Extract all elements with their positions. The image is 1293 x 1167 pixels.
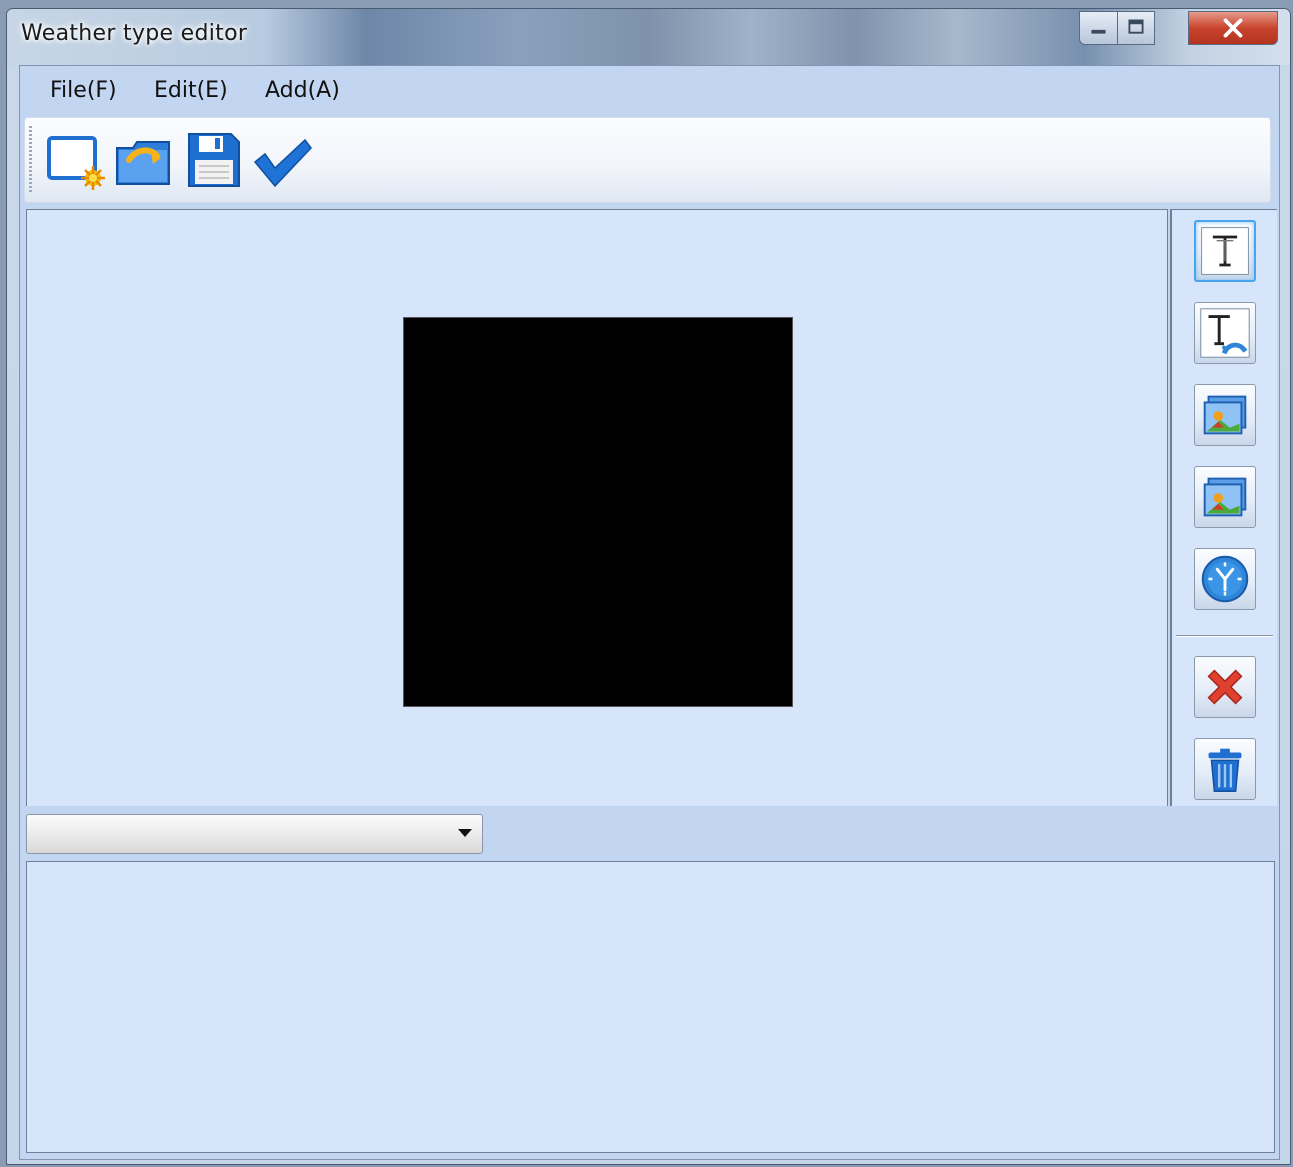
maximize-button[interactable] <box>1117 11 1155 45</box>
text-icon <box>1201 227 1249 275</box>
image-animation-icon <box>1203 477 1247 517</box>
menu-file[interactable]: File(F) <box>50 78 117 103</box>
open-button[interactable] <box>113 126 175 192</box>
minimize-button[interactable] <box>1079 11 1118 45</box>
toolbar-grip[interactable] <box>29 126 32 194</box>
side-toolbar <box>1170 209 1277 807</box>
image-icon <box>1203 395 1247 435</box>
add-dynamic-text-button[interactable] <box>1194 302 1256 364</box>
weather-preview-area[interactable] <box>403 317 793 707</box>
element-selector-bar <box>20 806 1279 858</box>
close-button[interactable] <box>1188 11 1278 45</box>
toolbar <box>24 117 1271 203</box>
chevron-down-icon <box>458 829 472 837</box>
new-icon <box>47 136 105 190</box>
apply-button[interactable] <box>251 126 313 192</box>
menu-bar: File(F) Edit(E) Add(A) <box>20 66 1279 116</box>
app-window: Weather type editor File(F) Edit(E) Add(… <box>6 8 1291 1165</box>
clock-icon <box>1201 555 1249 603</box>
dynamic-text-icon <box>1200 308 1250 358</box>
close-icon <box>1223 18 1243 38</box>
add-image-animation-button[interactable] <box>1194 466 1256 528</box>
side-toolbar-separator <box>1176 635 1273 637</box>
add-clock-button[interactable] <box>1194 548 1256 610</box>
new-button[interactable] <box>45 126 107 192</box>
save-button[interactable] <box>183 126 245 192</box>
add-text-button[interactable] <box>1194 220 1256 282</box>
title-bar[interactable]: Weather type editor <box>7 9 1290 65</box>
clear-all-button[interactable] <box>1194 738 1256 800</box>
apply-checkmark-icon <box>253 138 312 188</box>
client-area: File(F) Edit(E) Add(A) <box>19 65 1280 1160</box>
design-canvas[interactable] <box>26 209 1168 808</box>
delete-icon <box>1207 669 1243 705</box>
window-title: Weather type editor <box>21 21 248 46</box>
save-icon <box>188 133 240 187</box>
element-selector-dropdown[interactable] <box>26 814 483 854</box>
menu-edit[interactable]: Edit(E) <box>154 78 228 103</box>
open-folder-icon <box>116 141 170 185</box>
trash-icon <box>1208 748 1242 792</box>
maximize-icon <box>1128 19 1144 34</box>
minimize-icon <box>1091 29 1106 34</box>
properties-panel <box>26 861 1275 1153</box>
menu-add[interactable]: Add(A) <box>265 78 340 103</box>
add-image-button[interactable] <box>1194 384 1256 446</box>
delete-button[interactable] <box>1194 656 1256 718</box>
